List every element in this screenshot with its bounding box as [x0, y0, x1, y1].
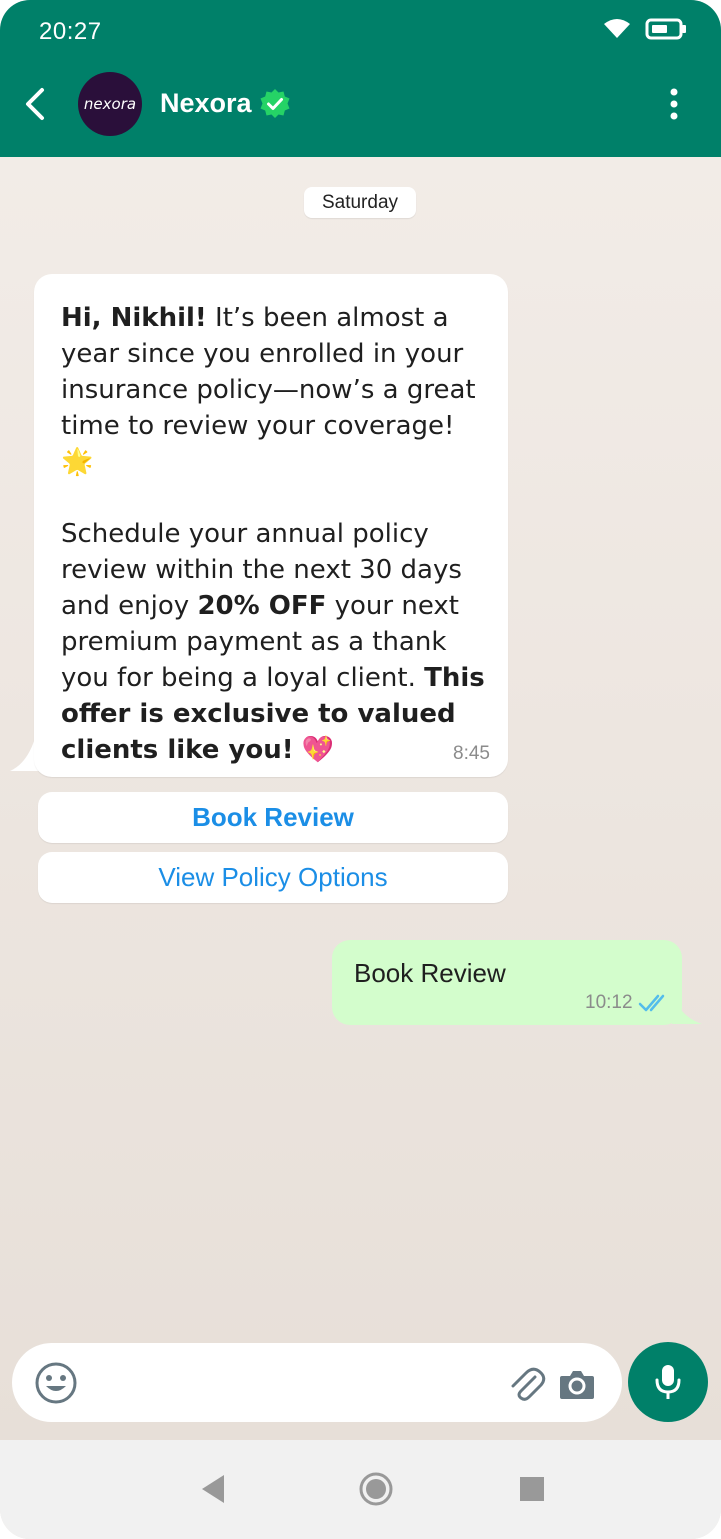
recents-square-icon[interactable]	[519, 1476, 545, 1502]
status-icons	[603, 18, 687, 40]
view-policy-options-button[interactable]: View Policy Options	[38, 852, 508, 903]
more-vertical-icon[interactable]	[662, 86, 686, 122]
camera-icon[interactable]	[558, 1367, 596, 1401]
read-ticks-icon	[638, 994, 665, 1012]
incoming-message-bubble: Hi, Nikhil! It’s been almost a year sinc…	[34, 274, 508, 777]
message-input-bar[interactable]	[12, 1343, 622, 1422]
greeting-text: Hi, Nikhil!	[61, 303, 207, 333]
status-time: 20:27	[39, 18, 102, 45]
incoming-message-time: 8:45	[453, 743, 490, 764]
mic-button[interactable]	[628, 1342, 708, 1422]
date-chip: Saturday	[304, 187, 416, 218]
mic-icon	[655, 1365, 681, 1399]
outgoing-message-bubble: Book Review 10:12	[332, 940, 682, 1025]
system-navigation-bar	[0, 1440, 721, 1539]
paperclip-icon[interactable]	[507, 1365, 547, 1405]
battery-icon	[645, 18, 686, 40]
outgoing-message-time: 10:12	[585, 992, 633, 1013]
wifi-icon	[604, 19, 630, 38]
star-emoji: 🌟	[61, 447, 94, 477]
back-triangle-icon[interactable]	[200, 1473, 226, 1505]
incoming-message-text: Hi, Nikhil! It’s been almost a year sinc…	[61, 300, 486, 768]
book-review-button[interactable]: Book Review	[38, 792, 508, 843]
contact-name[interactable]: Nexora	[160, 88, 252, 119]
emoji-icon[interactable]	[34, 1361, 78, 1405]
offer-text: 20% OFF	[197, 591, 327, 621]
outgoing-message-text: Book Review	[354, 958, 506, 988]
verified-check-icon	[260, 89, 290, 118]
avatar-logo-text: nexora	[83, 95, 137, 113]
heart-emoji: 💖	[301, 735, 335, 765]
home-circle-icon[interactable]	[358, 1471, 394, 1507]
back-arrow-icon[interactable]	[20, 84, 50, 124]
chat-header: 20:27 nexora Nexora	[0, 0, 721, 157]
avatar[interactable]: nexora	[78, 72, 142, 136]
phone-screen: 20:27 nexora Nexora Saturday Hi, Nikhil!…	[0, 0, 721, 1539]
